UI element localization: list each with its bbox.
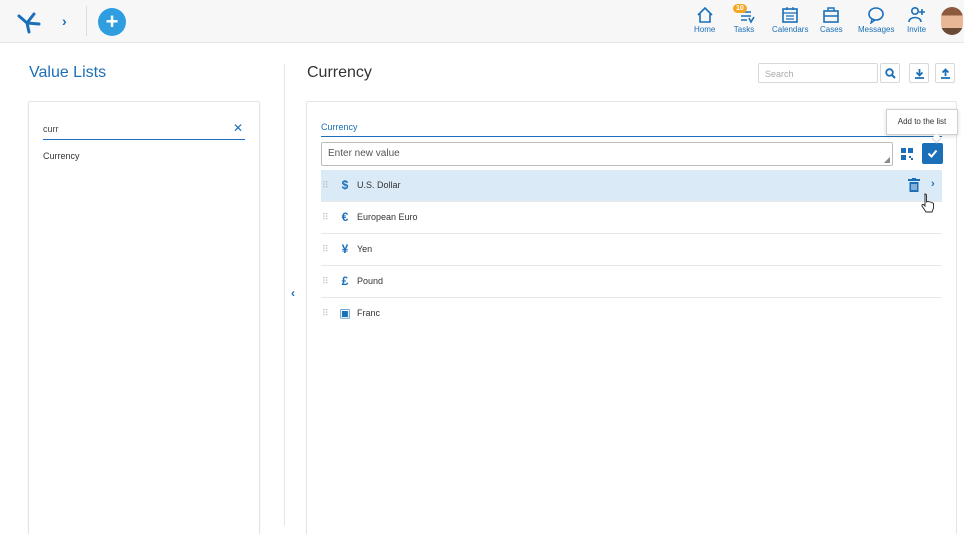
search-button[interactable] <box>880 63 900 83</box>
nav-label: Tasks <box>733 25 755 34</box>
value-list-search-input[interactable]: curr ✕ <box>43 121 245 140</box>
hand-cursor-icon <box>920 193 936 213</box>
divider <box>321 136 942 137</box>
item-label: Pound <box>357 276 384 286</box>
drag-handle-icon[interactable]: ⠿ <box>322 212 329 223</box>
tasks-badge: 10 <box>733 4 747 13</box>
nav-home[interactable]: Home <box>694 6 715 34</box>
avatar[interactable] <box>941 7 963 35</box>
nav-calendars[interactable]: Calendars <box>772 6 808 34</box>
search-input[interactable]: Search <box>758 63 878 83</box>
item-label: European Euro <box>357 212 418 222</box>
search-value[interactable]: curr <box>43 124 59 134</box>
item-label: Yen <box>357 244 373 254</box>
nav-label: Invite <box>907 25 927 34</box>
list-title: Currency <box>307 64 372 81</box>
drag-handle-icon[interactable]: ⠿ <box>322 308 329 319</box>
briefcase-icon <box>823 7 840 23</box>
list-item[interactable]: ⠿ £ Pound <box>321 266 942 298</box>
nav-messages[interactable]: Messages <box>858 6 894 34</box>
dollar-hand-icon: $ <box>341 178 349 192</box>
new-value-input[interactable]: Enter new value ◢ <box>321 142 893 166</box>
nav-label: Cases <box>820 25 843 34</box>
top-bar: › + Home 10 Tasks Calendars Cases Messag… <box>0 0 964 43</box>
add-to-list-button[interactable] <box>922 143 943 164</box>
yen-icon: ¥ <box>341 242 349 256</box>
nav-label: Home <box>694 25 716 34</box>
splitter[interactable] <box>284 64 285 526</box>
item-label: Franc <box>357 308 381 318</box>
list-item[interactable]: ⠿ € European Euro <box>321 202 942 234</box>
clear-search-icon[interactable]: ✕ <box>233 121 243 135</box>
euro-icon: € <box>341 210 349 224</box>
app-logo-icon[interactable] <box>16 10 42 34</box>
pound-icon: £ <box>341 274 349 288</box>
page-title: Value Lists <box>29 64 107 81</box>
list-item[interactable]: ⠿ $ U.S. Dollar › <box>321 170 942 202</box>
nav-invite[interactable]: Invite <box>907 6 926 34</box>
qr-code-icon[interactable] <box>899 145 915 163</box>
list-item[interactable]: Currency <box>43 151 80 161</box>
message-icon <box>868 7 885 24</box>
invite-user-icon <box>907 6 925 23</box>
drag-handle-icon[interactable]: ⠿ <box>322 276 329 287</box>
nav-tasks[interactable]: 10 Tasks <box>733 4 755 34</box>
trash-icon[interactable] <box>908 178 920 192</box>
calendar-icon <box>782 7 799 23</box>
resize-grip-icon[interactable]: ◢ <box>884 155 890 164</box>
item-label: U.S. Dollar <box>357 180 401 190</box>
divider <box>86 6 87 36</box>
drag-handle-icon[interactable]: ⠿ <box>322 180 329 191</box>
chevron-right-icon[interactable]: › <box>931 178 935 190</box>
banknote-icon: ▣ <box>339 306 351 320</box>
nav-label: Calendars <box>772 25 809 34</box>
check-icon <box>927 149 938 158</box>
list-item[interactable]: ⠿ ▣ Franc <box>321 298 942 330</box>
value-lists-panel: curr ✕ Currency <box>28 101 260 534</box>
list-item[interactable]: ⠿ ¥ Yen <box>321 234 942 266</box>
upload-button[interactable] <box>935 63 955 83</box>
collapse-panel-icon[interactable]: ‹ <box>291 286 295 300</box>
search-icon <box>884 68 896 79</box>
currency-panel: Currency Add to the list Enter new value… <box>306 101 958 534</box>
home-icon <box>697 6 713 23</box>
new-value-placeholder: Enter new value <box>328 148 400 159</box>
drag-handle-icon[interactable]: ⠿ <box>322 244 329 255</box>
upload-icon <box>940 68 950 79</box>
download-icon <box>914 69 924 79</box>
nav-cases[interactable]: Cases <box>820 6 843 34</box>
nav-label: Messages <box>858 25 895 34</box>
tooltip: Add to the list <box>886 109 958 135</box>
list-label: Currency <box>321 122 358 132</box>
add-button[interactable]: + <box>98 8 126 36</box>
download-button[interactable] <box>909 63 929 83</box>
chevron-right-icon[interactable]: › <box>62 13 67 29</box>
